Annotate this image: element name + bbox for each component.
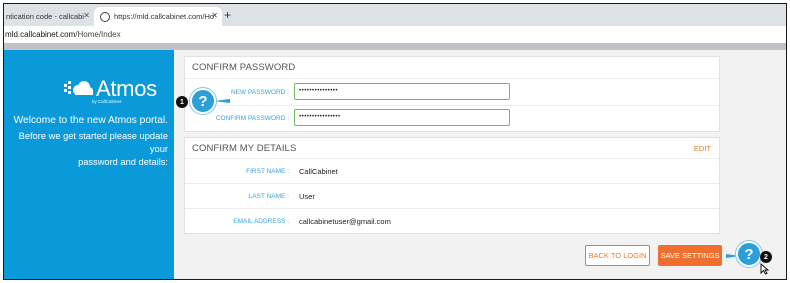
welcome-message: Welcome to the new Atmos portal. Before … xyxy=(4,114,174,169)
atmos-logo: Atmos xyxy=(64,78,157,100)
cloud-icon xyxy=(64,81,93,95)
form-row: CONFIRM PASSWORD : •••••••••••••••• xyxy=(185,105,719,132)
confirm-password-input[interactable]: •••••••••••••••• xyxy=(294,109,510,126)
first-name-label: FIRST NAME : xyxy=(246,168,289,175)
close-icon[interactable]: ✕ xyxy=(211,11,218,20)
url-path: /Home/Index xyxy=(75,30,121,39)
welcome-panel: Atmos by CallCabinet Welcome to the new … xyxy=(4,50,174,279)
callout-number-badge: 2 xyxy=(760,251,772,263)
welcome-heading: Welcome to the new Atmos portal. xyxy=(13,115,168,126)
form-row: NEW PASSWORD : ••••••••••••••• xyxy=(185,78,719,105)
save-settings-button[interactable]: SAVE SETTINGS xyxy=(658,245,722,266)
email-value: callcabinetuser@gmail.com xyxy=(299,217,391,226)
detail-row: EMAIL ADDRESS : callcabinetuser@gmail.co… xyxy=(185,208,719,234)
detail-row: FIRST NAME : CallCabinet xyxy=(185,158,719,183)
detail-row: LAST NAME : User xyxy=(185,183,719,208)
confirm-password-card: CONFIRM PASSWORD NEW PASSWORD : ••••••••… xyxy=(184,56,720,132)
new-password-label: NEW PASSWORD : xyxy=(230,89,289,96)
edit-link[interactable]: EDIT xyxy=(694,144,711,153)
callout-number-badge: 1 xyxy=(176,96,188,108)
logo-subtext: by CallCabinet xyxy=(92,99,122,104)
browser-tab-active[interactable]: https://mld.callcabinet.com/Ho ✕ xyxy=(94,7,222,26)
new-password-input[interactable]: ••••••••••••••• xyxy=(294,83,510,100)
screenshot-frame: ntication code - callcabi ✕ https://mld.… xyxy=(3,3,787,280)
tab-label: ntication code - callcabi xyxy=(6,12,84,21)
help-icon: ? xyxy=(736,241,762,267)
favicon-icon xyxy=(100,11,110,22)
browser-tab-bar: ntication code - callcabi ✕ https://mld.… xyxy=(4,4,786,26)
back-to-login-button[interactable]: BACK TO LOGIN xyxy=(585,245,650,266)
tab-label: https://mld.callcabinet.com/Ho xyxy=(114,12,215,21)
url-domain: mld.callcabinet.com xyxy=(5,30,76,39)
last-name-label: LAST NAME : xyxy=(248,193,289,200)
browser-toolbar-strip xyxy=(4,43,786,50)
email-label: EMAIL ADDRESS : xyxy=(233,218,289,225)
address-bar[interactable]: mld.callcabinet.com/Home/Index xyxy=(4,26,786,43)
confirm-details-card: CONFIRM MY DETAILS EDIT FIRST NAME : Cal… xyxy=(184,137,720,234)
new-tab-button[interactable]: + xyxy=(224,8,231,22)
close-icon[interactable]: ✕ xyxy=(83,11,90,20)
browser-tab-authentication[interactable]: ntication code - callcabi ✕ xyxy=(4,7,92,26)
welcome-text-line: Before we get started please update your xyxy=(18,131,168,154)
settings-form-area: CONFIRM PASSWORD NEW PASSWORD : ••••••••… xyxy=(174,50,786,279)
last-name-value: User xyxy=(299,192,315,201)
help-icon: ? xyxy=(190,88,216,114)
logo-text: Atmos xyxy=(96,76,157,101)
mouse-cursor-icon xyxy=(760,263,770,275)
welcome-text-line: password and details: xyxy=(78,157,168,167)
first-name-value: CallCabinet xyxy=(299,167,338,176)
confirm-password-label: CONFIRM PASSWORD : xyxy=(215,115,289,122)
card-title: CONFIRM MY DETAILS xyxy=(192,143,297,154)
card-title: CONFIRM PASSWORD xyxy=(192,62,296,73)
